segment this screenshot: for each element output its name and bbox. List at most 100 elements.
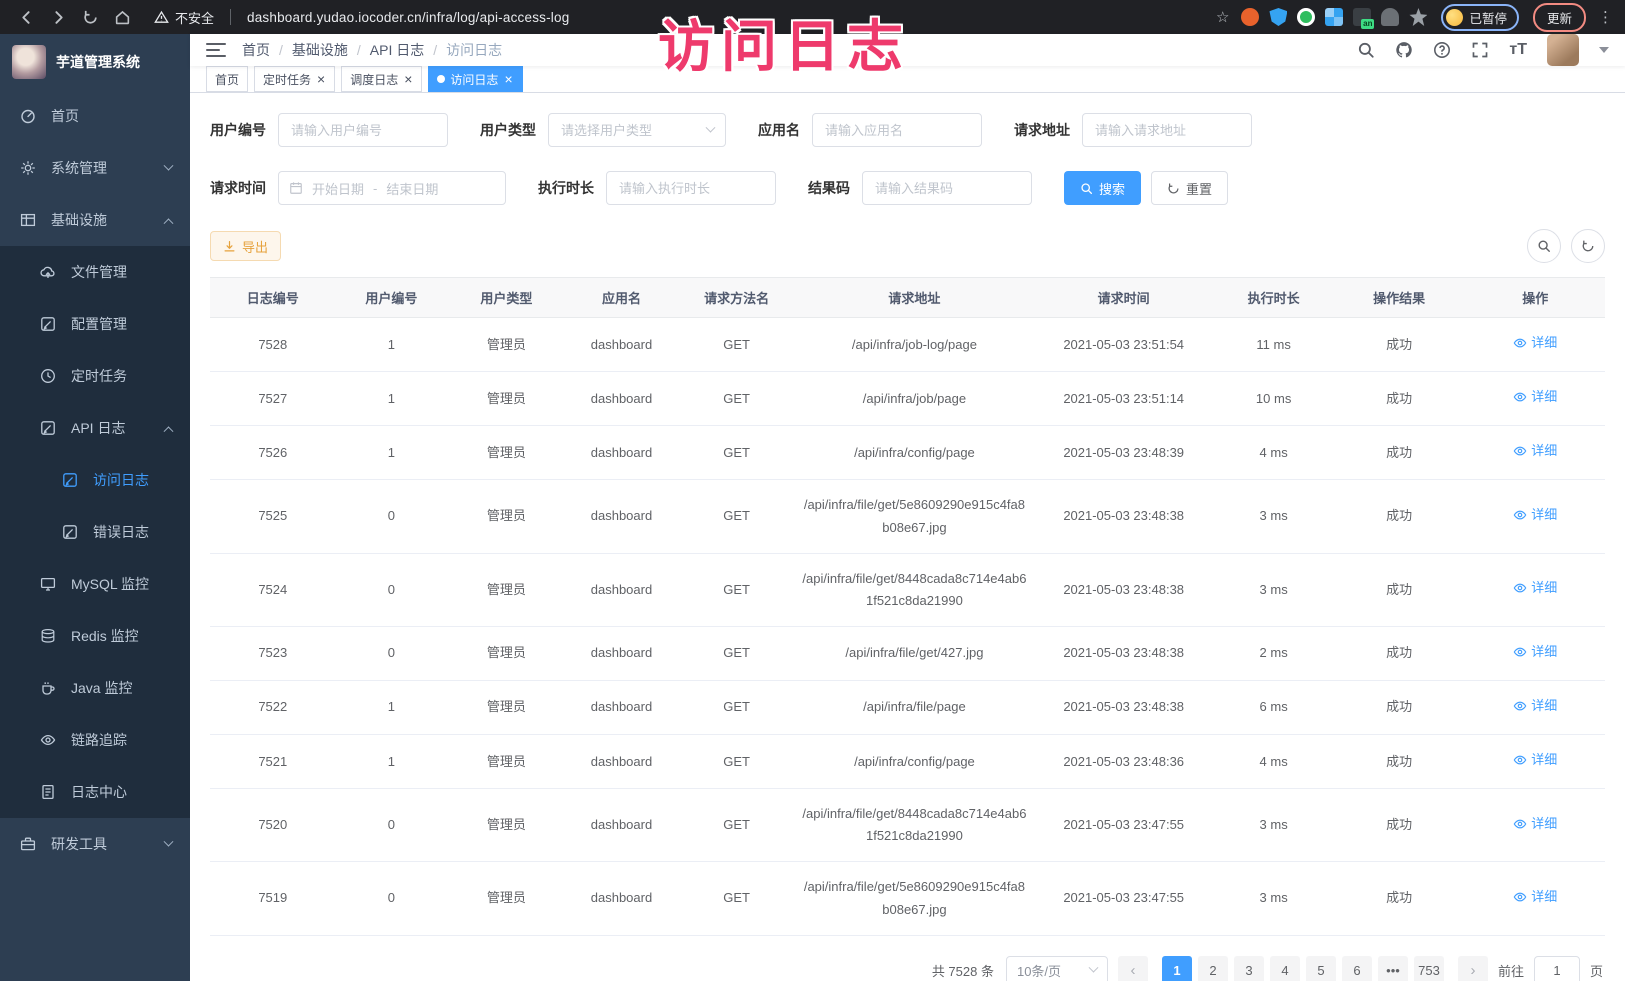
extension-icon[interactable] xyxy=(1269,8,1287,26)
goto-page-input[interactable] xyxy=(1534,956,1580,981)
extension-icon[interactable] xyxy=(1381,8,1399,26)
duration-input[interactable] xyxy=(606,171,776,205)
sidebar-item-mysql-monitor[interactable]: MySQL 监控 xyxy=(0,558,190,610)
browser-profile-button[interactable]: 已暂停 xyxy=(1441,4,1519,31)
detail-link[interactable]: 详细 xyxy=(1513,749,1557,771)
toggle-search-button[interactable] xyxy=(1527,229,1561,263)
browser-reload-button[interactable] xyxy=(76,3,104,31)
sidebar-item-infrastructure[interactable]: 基础设施 xyxy=(0,194,190,246)
fullscreen-icon[interactable] xyxy=(1471,41,1489,59)
page-button-3[interactable]: 3 xyxy=(1234,956,1264,981)
detail-label: 详细 xyxy=(1531,813,1557,835)
detail-link[interactable]: 详细 xyxy=(1513,577,1557,599)
page-button-6[interactable]: 6 xyxy=(1342,956,1372,981)
detail-link[interactable]: 详细 xyxy=(1513,695,1557,717)
tab-access-log[interactable]: 访问日志× xyxy=(428,66,522,92)
detail-link[interactable]: 详细 xyxy=(1513,504,1557,526)
detail-link[interactable]: 详细 xyxy=(1513,332,1557,354)
cell-actions: 详细 xyxy=(1465,318,1605,372)
cell-actions: 详细 xyxy=(1465,626,1605,680)
cell-user-id: 1 xyxy=(336,372,448,426)
breadcrumb-item[interactable]: 首页 xyxy=(242,40,270,60)
page-button-2[interactable]: 2 xyxy=(1198,956,1228,981)
browser-menu-icon[interactable]: ⋮ xyxy=(1598,8,1613,26)
cell-app: dashboard xyxy=(566,426,678,480)
prev-page-button[interactable]: ‹ xyxy=(1118,956,1148,981)
result-code-input[interactable] xyxy=(862,171,1032,205)
font-size-icon[interactable]: тT xyxy=(1509,41,1527,59)
app-logo-row[interactable]: 芋道管理系统 xyxy=(0,34,190,90)
extension-icon[interactable] xyxy=(1353,8,1371,26)
tab-cron-job[interactable]: 定时任务× xyxy=(254,66,335,92)
export-button[interactable]: 导出 xyxy=(210,231,281,261)
refresh-table-button[interactable] xyxy=(1571,229,1605,263)
hamburger-icon[interactable] xyxy=(206,39,226,61)
sidebar-item-trace[interactable]: 链路追踪 xyxy=(0,714,190,766)
extension-icon[interactable] xyxy=(1241,8,1259,26)
sidebar-item-home[interactable]: 首页 xyxy=(0,90,190,142)
app-name-input[interactable] xyxy=(812,113,982,147)
cell-result: 成功 xyxy=(1333,553,1466,626)
detail-link[interactable]: 详细 xyxy=(1513,641,1557,663)
sidebar-item-file-management[interactable]: 文件管理 xyxy=(0,246,190,298)
github-icon[interactable] xyxy=(1395,41,1413,59)
sidebar-item-access-log[interactable]: 访问日志 xyxy=(0,454,190,506)
sidebar-item-log-center[interactable]: 日志中心 xyxy=(0,766,190,818)
date-range-picker[interactable]: 开始日期 - 结束日期 xyxy=(278,171,506,205)
breadcrumb-item: 访问日志 xyxy=(446,40,502,60)
sidebar-item-cron-job[interactable]: 定时任务 xyxy=(0,350,190,402)
breadcrumb-item[interactable]: 基础设施 xyxy=(292,40,348,60)
browser-forward-button[interactable] xyxy=(44,3,72,31)
sidebar-item-error-log[interactable]: 错误日志 xyxy=(0,506,190,558)
close-icon[interactable]: × xyxy=(316,72,326,86)
table-row: 75281管理员dashboardGET/api/infra/job-log/p… xyxy=(210,318,1605,372)
extension-icon[interactable] xyxy=(1297,8,1315,26)
table-row: 75271管理员dashboardGET/api/infra/job/page2… xyxy=(210,372,1605,426)
cell-time: 2021-05-03 23:48:39 xyxy=(1033,426,1214,480)
page-ellipsis[interactable]: ••• xyxy=(1378,956,1408,981)
sidebar-item-devtools[interactable]: 研发工具 xyxy=(0,818,190,870)
user-id-input[interactable] xyxy=(278,113,448,147)
sidebar-item-java-monitor[interactable]: Java 监控 xyxy=(0,662,190,714)
table-row: 75211管理员dashboardGET/api/infra/config/pa… xyxy=(210,735,1605,789)
page-size-select[interactable]: 10条/页 xyxy=(1006,956,1108,981)
request-url-input[interactable] xyxy=(1082,113,1252,147)
close-icon[interactable]: × xyxy=(403,72,413,86)
tab-schedule-log[interactable]: 调度日志× xyxy=(341,66,422,92)
detail-link[interactable]: 详细 xyxy=(1513,386,1557,408)
tab-home[interactable]: 首页 xyxy=(206,66,248,92)
docs-help-icon[interactable] xyxy=(1433,41,1451,59)
chevron-up-icon xyxy=(164,426,174,436)
sidebar-item-config-management[interactable]: 配置管理 xyxy=(0,298,190,350)
browser-update-button[interactable]: 更新 xyxy=(1533,3,1586,32)
user-type-select[interactable] xyxy=(548,113,726,147)
user-avatar[interactable] xyxy=(1547,34,1579,66)
address-bar[interactable]: dashboard.yudao.iocoder.cn/infra/log/api… xyxy=(247,10,569,25)
detail-link[interactable]: 详细 xyxy=(1513,886,1557,908)
sidebar-item-redis-monitor[interactable]: Redis 监控 xyxy=(0,610,190,662)
detail-link[interactable]: 详细 xyxy=(1513,440,1557,462)
chevron-down-icon[interactable] xyxy=(1599,47,1609,53)
page-button-1[interactable]: 1 xyxy=(1162,956,1192,981)
close-icon[interactable]: × xyxy=(503,72,513,86)
next-page-button[interactable]: › xyxy=(1458,956,1488,981)
extension-icon[interactable] xyxy=(1325,8,1343,26)
reset-button[interactable]: 重置 xyxy=(1151,171,1228,205)
cell-method: GET xyxy=(677,372,796,426)
search-button[interactable]: 搜索 xyxy=(1064,171,1141,205)
page-button-753[interactable]: 753 xyxy=(1414,956,1444,981)
redis-icon xyxy=(40,628,58,644)
breadcrumb-item[interactable]: API 日志 xyxy=(370,40,424,60)
browser-home-button[interactable] xyxy=(108,3,136,31)
page-button-4[interactable]: 4 xyxy=(1270,956,1300,981)
security-chip[interactable]: 不安全 xyxy=(154,8,214,27)
bookmark-star-icon[interactable]: ☆ xyxy=(1216,8,1229,26)
reset-label: 重置 xyxy=(1186,179,1212,198)
extension-icon[interactable] xyxy=(1409,8,1427,26)
sidebar-item-system-management[interactable]: 系统管理 xyxy=(0,142,190,194)
page-button-5[interactable]: 5 xyxy=(1306,956,1336,981)
detail-link[interactable]: 详细 xyxy=(1513,813,1557,835)
browser-back-button[interactable] xyxy=(12,3,40,31)
header-search-icon[interactable] xyxy=(1357,41,1375,59)
sidebar-item-api-log[interactable]: API 日志 xyxy=(0,402,190,454)
